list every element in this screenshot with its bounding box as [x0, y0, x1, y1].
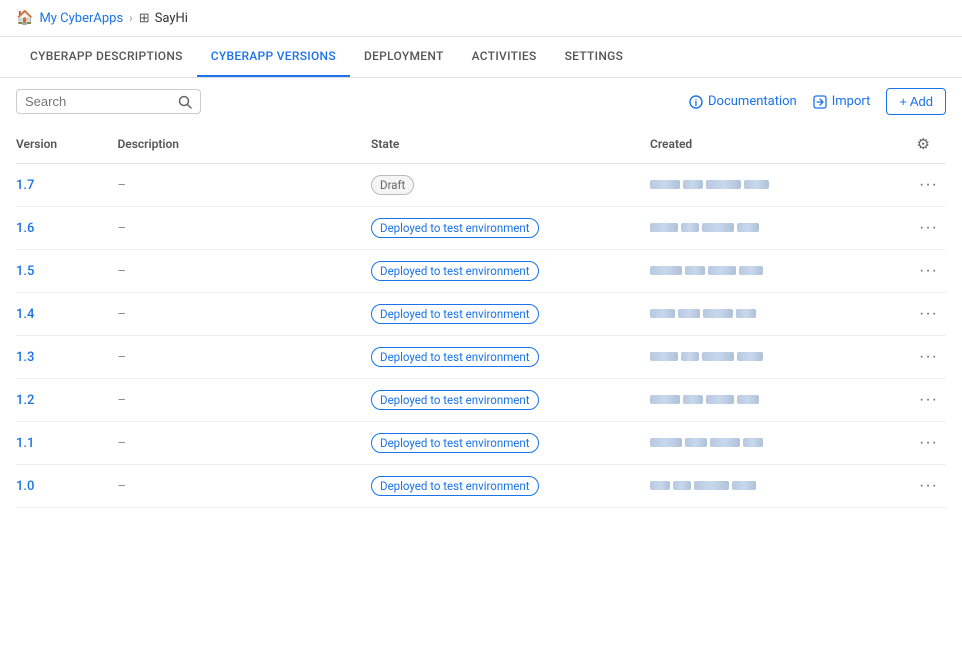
svg-text:i: i — [695, 99, 697, 109]
toolbar-actions: i Documentation Import + Add — [689, 88, 946, 115]
col-actions: ⚙ — [904, 125, 946, 164]
tab-settings[interactable]: SETTINGS — [551, 37, 638, 77]
description-cell: – — [117, 207, 371, 250]
import-link[interactable]: Import — [813, 94, 871, 109]
actions-cell: ··· — [904, 250, 946, 293]
version-cell[interactable]: 1.3 — [16, 336, 117, 379]
description-cell: – — [117, 465, 371, 508]
table-row: 1.5–Deployed to test environment ··· — [16, 250, 946, 293]
add-button[interactable]: + Add — [886, 88, 946, 115]
created-cell — [650, 164, 904, 207]
actions-cell: ··· — [904, 379, 946, 422]
state-badge: Draft — [371, 175, 414, 195]
actions-cell: ··· — [904, 207, 946, 250]
col-state: State — [371, 125, 650, 164]
state-badge: Deployed to test environment — [371, 347, 538, 367]
state-cell: Draft — [371, 164, 650, 207]
created-cell — [650, 293, 904, 336]
search-icon-button[interactable] — [178, 95, 192, 109]
col-version: Version — [16, 125, 117, 164]
col-created: Created — [650, 125, 904, 164]
col-description: Description — [117, 125, 371, 164]
more-options-button[interactable]: ··· — [915, 432, 942, 454]
description-cell: – — [117, 336, 371, 379]
table-row: 1.6–Deployed to test environment ··· — [16, 207, 946, 250]
state-badge: Deployed to test environment — [371, 476, 538, 496]
actions-cell: ··· — [904, 164, 946, 207]
version-cell[interactable]: 1.1 — [16, 422, 117, 465]
state-cell: Deployed to test environment — [371, 465, 650, 508]
description-cell: – — [117, 422, 371, 465]
actions-cell: ··· — [904, 293, 946, 336]
breadcrumb-home-link[interactable]: My CyberApps — [39, 11, 123, 26]
table-row: 1.0–Deployed to test environment ··· — [16, 465, 946, 508]
breadcrumb-current: ⊞ SayHi — [139, 11, 188, 26]
table-header-row: Version Description State Created ⚙ — [16, 125, 946, 164]
actions-cell: ··· — [904, 336, 946, 379]
description-cell: – — [117, 164, 371, 207]
breadcrumb-bar: 🏠 My CyberApps › ⊞ SayHi — [0, 0, 962, 37]
description-cell: – — [117, 379, 371, 422]
state-cell: Deployed to test environment — [371, 250, 650, 293]
more-options-button[interactable]: ··· — [915, 389, 942, 411]
documentation-link[interactable]: i Documentation — [689, 94, 797, 109]
created-cell — [650, 379, 904, 422]
more-options-button[interactable]: ··· — [915, 346, 942, 368]
grid-icon: ⊞ — [139, 11, 150, 26]
state-badge: Deployed to test environment — [371, 261, 538, 281]
state-badge: Deployed to test environment — [371, 304, 538, 324]
more-options-button[interactable]: ··· — [915, 174, 942, 196]
state-badge: Deployed to test environment — [371, 433, 538, 453]
table-container: Version Description State Created ⚙ 1.7–… — [0, 125, 962, 508]
created-cell — [650, 465, 904, 508]
actions-cell: ··· — [904, 465, 946, 508]
versions-table: Version Description State Created ⚙ 1.7–… — [16, 125, 946, 508]
import-icon — [813, 95, 827, 109]
more-options-button[interactable]: ··· — [915, 475, 942, 497]
search-box — [16, 89, 201, 114]
state-cell: Deployed to test environment — [371, 379, 650, 422]
version-cell[interactable]: 1.7 — [16, 164, 117, 207]
state-badge: Deployed to test environment — [371, 390, 538, 410]
more-options-button[interactable]: ··· — [915, 217, 942, 239]
state-cell: Deployed to test environment — [371, 293, 650, 336]
version-cell[interactable]: 1.6 — [16, 207, 117, 250]
table-row: 1.7–Draft ··· — [16, 164, 946, 207]
toolbar: i Documentation Import + Add — [0, 78, 962, 125]
version-cell[interactable]: 1.0 — [16, 465, 117, 508]
state-cell: Deployed to test environment — [371, 422, 650, 465]
version-cell[interactable]: 1.5 — [16, 250, 117, 293]
state-cell: Deployed to test environment — [371, 336, 650, 379]
table-row: 1.2–Deployed to test environment ··· — [16, 379, 946, 422]
description-cell: – — [117, 250, 371, 293]
created-cell — [650, 336, 904, 379]
table-row: 1.3–Deployed to test environment ··· — [16, 336, 946, 379]
breadcrumb-separator: › — [129, 11, 133, 25]
state-badge: Deployed to test environment — [371, 218, 538, 238]
table-row: 1.4–Deployed to test environment ··· — [16, 293, 946, 336]
table-row: 1.1–Deployed to test environment ··· — [16, 422, 946, 465]
actions-cell: ··· — [904, 422, 946, 465]
created-cell — [650, 207, 904, 250]
tab-descriptions[interactable]: CYBERAPP DESCRIPTIONS — [16, 37, 197, 77]
tab-deployment[interactable]: DEPLOYMENT — [350, 37, 458, 77]
tab-activities[interactable]: ACTIVITIES — [458, 37, 551, 77]
more-options-button[interactable]: ··· — [915, 260, 942, 282]
gear-settings-button[interactable]: ⚙ — [913, 133, 934, 155]
info-icon: i — [689, 95, 703, 109]
created-cell — [650, 422, 904, 465]
tab-versions[interactable]: CYBERAPP VERSIONS — [197, 37, 350, 77]
more-options-button[interactable]: ··· — [915, 303, 942, 325]
created-cell — [650, 250, 904, 293]
home-icon: 🏠 — [16, 10, 33, 26]
tabs-bar: CYBERAPP DESCRIPTIONS CYBERAPP VERSIONS … — [0, 37, 962, 78]
search-input[interactable] — [25, 94, 178, 109]
version-cell[interactable]: 1.4 — [16, 293, 117, 336]
description-cell: – — [117, 293, 371, 336]
state-cell: Deployed to test environment — [371, 207, 650, 250]
version-cell[interactable]: 1.2 — [16, 379, 117, 422]
